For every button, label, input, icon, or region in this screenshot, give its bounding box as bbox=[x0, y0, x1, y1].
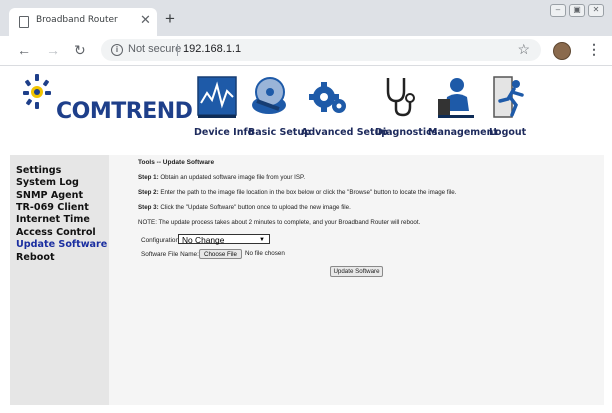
basic-setup-disc-icon[interactable] bbox=[249, 75, 289, 119]
logout-runner-icon[interactable] bbox=[490, 75, 530, 119]
choose-file-button[interactable]: Choose File bbox=[199, 249, 242, 259]
step-2: Step 2: Enter the path to the image file… bbox=[138, 189, 456, 196]
sidebar-item-update-software[interactable]: Update Software bbox=[16, 239, 107, 250]
menu-kebab-icon[interactable]: ⋮ bbox=[587, 41, 601, 58]
comtrend-logo-icon bbox=[23, 74, 51, 109]
step-1-label: Step 1: bbox=[138, 174, 159, 181]
restore-icon[interactable]: ▣ bbox=[569, 4, 585, 17]
management-person-icon[interactable] bbox=[435, 75, 475, 119]
sidebar-item-reboot[interactable]: Reboot bbox=[16, 252, 55, 263]
configuration-label: Configuration bbox=[141, 237, 180, 244]
close-window-icon[interactable]: ✕ bbox=[588, 4, 604, 17]
address-bar[interactable]: i Not secure 192.168.1.1 ☆ bbox=[101, 39, 541, 61]
no-file-chosen-text: No file chosen bbox=[245, 250, 285, 257]
sidebar-item-tr069-client[interactable]: TR-069 Client bbox=[16, 202, 89, 213]
page-icon bbox=[19, 16, 29, 28]
step-2-text: Enter the path to the image file locatio… bbox=[158, 189, 457, 196]
sidebar-item-access-control[interactable]: Access Control bbox=[16, 227, 96, 238]
comtrend-logo-text: COMTREND bbox=[56, 99, 193, 124]
software-file-label: Software File Name: bbox=[141, 251, 199, 258]
browser-toolbar: ← → ↻ i Not secure 192.168.1.1 ☆ bbox=[0, 36, 612, 66]
update-software-button[interactable]: Update Software bbox=[330, 266, 383, 277]
profile-avatar[interactable] bbox=[553, 42, 571, 60]
reload-icon[interactable]: ↻ bbox=[74, 42, 86, 58]
minimize-icon[interactable]: – bbox=[550, 4, 566, 17]
nav-logout[interactable]: Logout bbox=[489, 127, 526, 138]
advanced-setup-gears-icon[interactable] bbox=[308, 75, 348, 119]
sidebar-item-snmp-agent[interactable]: SNMP Agent bbox=[16, 190, 83, 201]
configuration-select[interactable]: No Change ▼ bbox=[178, 234, 270, 245]
bookmark-star-icon[interactable]: ☆ bbox=[517, 41, 530, 58]
diagnostics-stethoscope-icon[interactable] bbox=[378, 75, 418, 119]
browser-tab[interactable]: Broadband Router ✕ bbox=[9, 8, 157, 36]
forward-icon[interactable]: → bbox=[46, 42, 60, 58]
tab-title: Broadband Router bbox=[36, 15, 118, 25]
url-text[interactable]: 192.168.1.1 bbox=[183, 43, 241, 55]
sidebar-item-system-log[interactable]: System Log bbox=[16, 177, 79, 188]
nav-management[interactable]: Management bbox=[428, 127, 498, 138]
sidebar-item-internet-time[interactable]: Internet Time bbox=[16, 214, 90, 225]
not-secure-label: Not secure bbox=[128, 43, 182, 55]
configuration-value: No Change bbox=[182, 235, 225, 245]
nav-device-info[interactable]: Device Info bbox=[194, 127, 254, 138]
update-note: NOTE: The update process takes about 2 m… bbox=[138, 219, 421, 226]
page-title: Tools -- Update Software bbox=[138, 159, 215, 166]
divider bbox=[177, 44, 178, 56]
chevron-down-icon: ▼ bbox=[259, 237, 265, 243]
step-1: Step 1: Obtain an updated software image… bbox=[138, 174, 305, 181]
step-1-text: Obtain an updated software image file fr… bbox=[158, 174, 306, 181]
close-tab-icon[interactable]: ✕ bbox=[140, 12, 151, 28]
step-3-label: Step 3: bbox=[138, 204, 159, 211]
device-info-chart-icon[interactable] bbox=[197, 75, 237, 119]
window-controls: – ▣ ✕ bbox=[550, 4, 604, 17]
sidebar-item-settings[interactable]: Settings bbox=[16, 165, 61, 176]
step-2-label: Step 2: bbox=[138, 189, 159, 196]
new-tab-icon[interactable]: + bbox=[165, 10, 175, 27]
info-icon[interactable]: i bbox=[111, 44, 123, 56]
back-icon[interactable]: ← bbox=[17, 42, 31, 58]
step-3: Step 3: Click the "Update Software" butt… bbox=[138, 204, 351, 211]
browser-tabstrip: Broadband Router ✕ + – ▣ ✕ bbox=[0, 0, 612, 36]
step-3-text: Click the "Update Software" button once … bbox=[158, 204, 351, 211]
